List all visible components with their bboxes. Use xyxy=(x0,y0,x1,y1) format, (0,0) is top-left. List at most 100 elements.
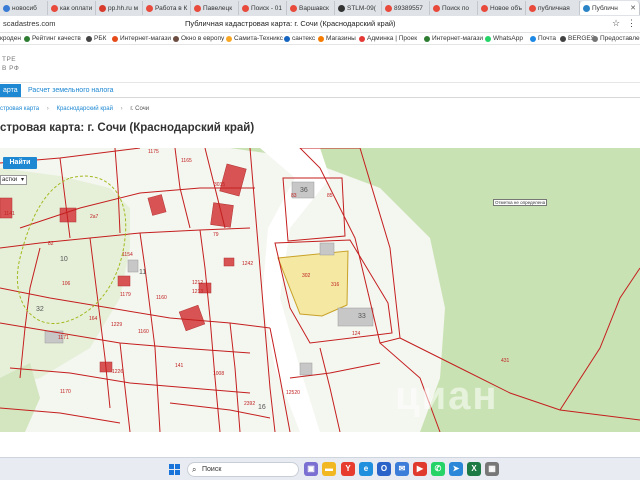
browser-tab[interactable]: как оплати xyxy=(48,1,96,15)
parcel-label: 124 xyxy=(352,331,361,337)
address-bar: scadastres.com Публичная кадастровая кар… xyxy=(0,16,640,33)
bookmark-item[interactable]: Интернет-магази xyxy=(112,35,171,42)
parcel-label: 2392 xyxy=(244,401,256,407)
breadcrumb: стровая карта › Краснодарский край › г. … xyxy=(0,106,150,112)
parcel-label: 1171 xyxy=(58,335,69,341)
tab-favicon-icon xyxy=(146,4,153,12)
bookmark-icon xyxy=(359,35,365,42)
browser-tab[interactable]: новосиб xyxy=(0,1,48,15)
excel-icon[interactable]: X xyxy=(467,462,481,476)
bookmark-item[interactable]: РБК xyxy=(86,35,106,42)
whatsapp-app-icon[interactable]: ✆ xyxy=(431,462,445,476)
telegram-icon[interactable]: ➤ xyxy=(449,462,463,476)
parcel-label: 1141 xyxy=(4,211,15,217)
tab-favicon-icon xyxy=(529,4,536,12)
bookmark-icon xyxy=(284,35,290,42)
windows-start-icon[interactable] xyxy=(169,464,180,475)
tab-favicon-icon xyxy=(583,4,590,12)
cadastral-map[interactable]: 1175 1165 3035 36 83 85 1141 2a7 82 10 7… xyxy=(0,148,640,432)
browser-tab-strip: новосиб как оплати pp.hh.ru м Работа в К… xyxy=(0,0,640,16)
bookmark-item[interactable]: Почта xyxy=(530,35,556,42)
tab-favicon-icon xyxy=(433,4,440,12)
taskbar-app-icon[interactable]: ▣ xyxy=(304,462,318,476)
bookmark-item[interactable]: Рейтинг качеств xyxy=(24,35,81,42)
tab-favicon-icon xyxy=(194,4,201,12)
yandex-browser-icon[interactable]: Y xyxy=(341,462,355,476)
video-app-icon[interactable]: ▶ xyxy=(413,462,427,476)
parcel-label: 3035 xyxy=(214,182,226,188)
parcel-label: 36 xyxy=(300,187,308,194)
parcel-label: 83 xyxy=(291,193,297,199)
bookmark-item[interactable]: WhatsApp xyxy=(485,35,523,42)
taskbar-search[interactable]: ⌕ Поиск xyxy=(187,462,299,477)
site-logo-line1[interactable]: ТРЕ xyxy=(2,56,16,63)
parcel-label: 16 xyxy=(258,404,266,411)
windows-taskbar: ⌕ Поиск ▣ ▬ Y e O ✉ ▶ ✆ ➤ X ▦ xyxy=(0,457,640,480)
map-canvas[interactable] xyxy=(0,148,640,432)
bookmark-item[interactable]: Интернет-магази xyxy=(424,35,483,42)
browser-tab[interactable]: публичная xyxy=(526,1,580,15)
browser-tab[interactable]: 89389557 xyxy=(382,1,430,15)
edge-icon[interactable]: e xyxy=(359,462,373,476)
parcel-label: 106 xyxy=(62,281,71,287)
parcel-label: 1242 xyxy=(242,261,254,267)
parcel-label: 431 xyxy=(501,358,510,364)
building xyxy=(223,257,235,267)
browser-tab[interactable]: Поиск - 01 xyxy=(239,1,287,15)
parcel-label: 1229 xyxy=(111,322,123,328)
url-field[interactable]: scadastres.com xyxy=(3,19,56,28)
outlook-icon[interactable]: O xyxy=(377,462,391,476)
taskbar-app-icon[interactable]: ▦ xyxy=(485,462,499,476)
tab-favicon-icon xyxy=(51,4,58,12)
bookmark-item[interactable]: Окно в европу xyxy=(173,35,224,42)
tab-land-tax[interactable]: Расчет земельного налога xyxy=(28,84,114,97)
browser-tab-active[interactable]: Публичн ✕ xyxy=(580,1,640,15)
site-logo-line2[interactable]: В РФ xyxy=(2,65,19,72)
building xyxy=(319,242,335,256)
file-explorer-icon[interactable]: ▬ xyxy=(322,462,336,476)
parcel-label: 1213 xyxy=(192,289,204,295)
browser-tab[interactable]: Поиск по xyxy=(430,1,478,15)
search-icon: ⌕ xyxy=(192,465,197,474)
bookmark-item[interactable]: Админка | Проек xyxy=(359,35,417,42)
close-tab-icon[interactable]: ✕ xyxy=(630,4,636,12)
tab-favicon-icon xyxy=(99,4,106,12)
bookmark-item[interactable]: BERGES xyxy=(560,35,595,42)
parcel-label: 2a7 xyxy=(90,214,99,220)
bookmark-star-icon[interactable]: ☆ xyxy=(612,18,620,29)
site-nav: арта Расчет земельного налога xyxy=(0,84,640,98)
tab-map[interactable]: арта xyxy=(0,84,21,97)
building xyxy=(299,362,313,376)
parcel-label: 82 xyxy=(48,241,54,247)
browser-tab[interactable]: pp.hh.ru м xyxy=(96,1,143,15)
poi-label[interactable]: Отметка не определена xyxy=(493,199,548,206)
parcel-label: 1008 xyxy=(213,371,225,377)
layer-select[interactable]: астки ▾ xyxy=(0,175,27,185)
bookmark-item[interactable]: Самита-Техникс xyxy=(226,35,283,42)
browser-tab[interactable]: Работа в К xyxy=(143,1,191,15)
bookmark-item[interactable]: кроден xyxy=(0,35,21,42)
browser-tab[interactable]: Новое объ xyxy=(478,1,526,15)
menu-icon[interactable]: ⋮ xyxy=(627,18,636,29)
mail-app-icon[interactable]: ✉ xyxy=(395,462,409,476)
site-header: ТРЕ В РФ xyxy=(0,45,640,83)
bookmark-item[interactable]: Магазины xyxy=(318,35,356,42)
parcel-label: 1160 xyxy=(138,329,149,335)
parcel-label: 1212 xyxy=(192,280,204,286)
bookmark-icon xyxy=(318,35,324,42)
breadcrumb-item[interactable]: Краснодарский край xyxy=(56,106,113,112)
bookmark-icon xyxy=(424,35,430,42)
bookmark-item[interactable]: Предоставле xyxy=(592,35,640,42)
breadcrumb-item[interactable]: стровая карта xyxy=(0,106,39,112)
browser-tab[interactable]: STLM-09( xyxy=(335,1,382,15)
browser-tab[interactable]: Павелецк xyxy=(191,1,239,15)
whatsapp-icon xyxy=(485,35,491,42)
parcel-label: 11 xyxy=(139,269,147,276)
parcel-label: 1160 xyxy=(156,295,167,301)
mail-icon xyxy=(530,35,536,42)
bookmark-item[interactable]: сантекс xyxy=(284,35,315,42)
building xyxy=(127,259,139,273)
parcel-label: 164 xyxy=(89,316,98,322)
browser-tab[interactable]: Варшавск xyxy=(287,1,335,15)
find-button[interactable]: Найти xyxy=(3,157,37,169)
